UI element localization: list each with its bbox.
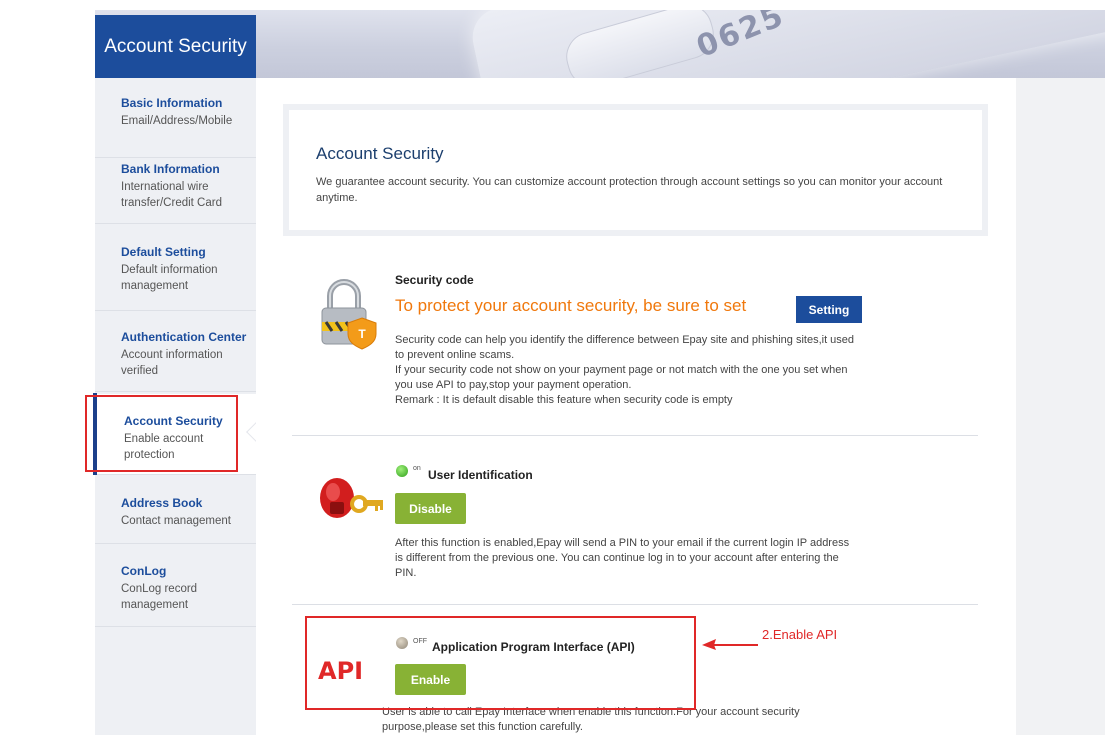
disable-button[interactable]: Disable	[395, 493, 466, 524]
sidebar-item-bank-information[interactable]: Bank Information International wire tran…	[95, 162, 256, 224]
annotation-arrow-icon	[702, 639, 758, 650]
page-section-title: Account Security	[95, 15, 256, 78]
sidebar-item-title: Default Setting	[121, 245, 206, 259]
intro-text: We guarantee account security. You can c…	[316, 176, 943, 204]
sidebar-item-desc: ConLog record management	[121, 583, 198, 611]
sidebar-item-conlog[interactable]: ConLog ConLog record management	[95, 564, 256, 627]
status-on-text: on	[413, 465, 421, 472]
security-code-warning: To protect your account security, be sur…	[395, 296, 747, 315]
section-divider	[292, 435, 978, 436]
section-divider	[292, 604, 978, 605]
sidebar-item-title: Bank Information	[121, 162, 220, 176]
annotation-api-label: API	[318, 657, 364, 685]
annotation-enable-api: 2.Enable API	[762, 627, 838, 642]
sidebar-item-basic-information[interactable]: Basic Information Email/Address/Mobile	[95, 96, 256, 158]
status-on-indicator-icon	[396, 465, 408, 477]
sidebar-item-desc: Default information management	[121, 264, 218, 292]
security-code-remark: Remark : It is default disable this feat…	[395, 394, 733, 406]
sidebar-item-title: Address Book	[121, 496, 203, 510]
credit-card-illustration	[467, 10, 1105, 78]
sidebar-item-authentication-center[interactable]: Authentication Center Account informatio…	[95, 330, 256, 392]
right-gutter	[1016, 78, 1105, 735]
sidebar-item-default-setting[interactable]: Default Setting Default information mana…	[95, 245, 256, 311]
svg-text:T: T	[358, 327, 366, 341]
intro-panel: Account Security We guarantee account se…	[283, 104, 988, 236]
security-code-desc-2: If your security code not show on your p…	[395, 364, 848, 391]
sidebar-item-address-book[interactable]: Address Book Contact management	[95, 496, 256, 544]
intro-title: Account Security	[316, 144, 444, 163]
setting-button[interactable]: Setting	[796, 296, 862, 323]
security-code-desc-1: Security code can help you identify the …	[395, 334, 855, 361]
sidebar-item-title: Basic Information	[121, 96, 223, 110]
sidebar-item-title: ConLog	[121, 564, 167, 578]
sidebar-item-title: Authentication Center	[121, 330, 247, 344]
user-identification-title: User Identification	[428, 468, 533, 482]
annotation-highlight-account-security	[85, 395, 238, 472]
sidebar-item-desc: International wire transfer/Credit Card	[121, 181, 222, 209]
sidebar-item-desc: Contact management	[121, 515, 231, 527]
security-code-title: Security code	[395, 273, 474, 287]
annotation-highlight-api	[305, 616, 696, 710]
user-identification-desc: After this function is enabled,Epay will…	[395, 537, 850, 579]
sidebar-item-desc: Email/Address/Mobile	[121, 115, 233, 127]
sidebar-item-desc: Account information verified	[121, 349, 223, 377]
padlock-shield-icon: T	[321, 279, 377, 350]
key-lock-icon	[320, 478, 383, 518]
